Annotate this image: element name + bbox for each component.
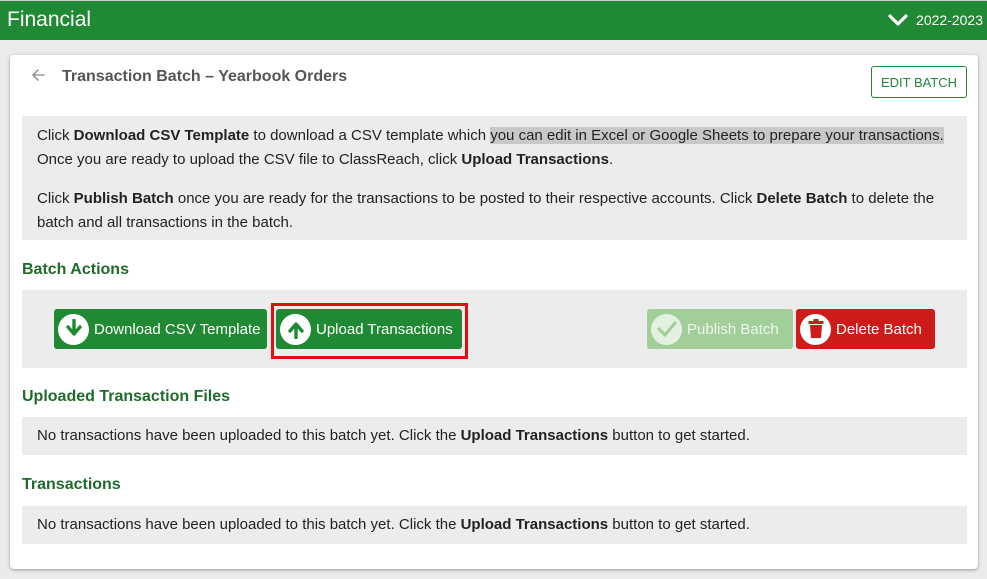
year-label: 2022-2023: [916, 12, 983, 28]
arrow-left-icon[interactable]: [30, 67, 46, 83]
transactions-heading: Transactions: [22, 476, 121, 493]
chevron-down-icon: [888, 14, 908, 26]
app-title: Financial: [7, 8, 92, 31]
delete-batch-label: Delete Batch: [836, 320, 922, 338]
download-csv-template-label: Download CSV Template: [94, 320, 261, 338]
arrow-down-circle-icon: [58, 313, 89, 345]
batch-actions-panel: Download CSV Template Upload Transaction…: [22, 290, 967, 368]
batch-card: Transaction Batch – Yearbook Orders EDIT…: [10, 55, 978, 569]
upload-transactions-label: Upload Transactions: [316, 320, 453, 338]
uploaded-files-heading: Uploaded Transaction Files: [22, 388, 231, 405]
instructions-paragraph-1: Click Download CSV Template to download …: [37, 127, 944, 168]
uploaded-files-empty-message: No transactions have been uploaded to th…: [22, 417, 967, 455]
transactions-empty-message: No transactions have been uploaded to th…: [22, 506, 967, 544]
download-csv-template-button[interactable]: Download CSV Template: [54, 309, 267, 349]
check-circle-icon: [651, 313, 682, 345]
upload-transactions-button[interactable]: Upload Transactions: [276, 309, 462, 349]
publish-batch-button[interactable]: Publish Batch: [647, 309, 793, 349]
year-selector[interactable]: 2022-2023: [888, 12, 983, 28]
edit-batch-button[interactable]: EDIT BATCH: [871, 66, 967, 98]
card-header: Transaction Batch – Yearbook Orders EDIT…: [10, 55, 978, 105]
page-title: Transaction Batch – Yearbook Orders: [62, 68, 348, 85]
app-header: Financial 2022-2023: [0, 0, 987, 40]
arrow-up-circle-icon: [280, 313, 311, 345]
instructions-paragraph-2: Click Publish Batch once you are ready f…: [37, 190, 935, 231]
trash-icon: [800, 313, 831, 345]
delete-batch-button[interactable]: Delete Batch: [796, 309, 935, 349]
batch-actions-heading: Batch Actions: [22, 261, 129, 278]
highlighted-text: you can edit in Excel or Google Sheets t…: [490, 127, 944, 144]
instructions-panel: Click Download CSV Template to download …: [22, 116, 967, 240]
publish-batch-label: Publish Batch: [687, 320, 779, 338]
